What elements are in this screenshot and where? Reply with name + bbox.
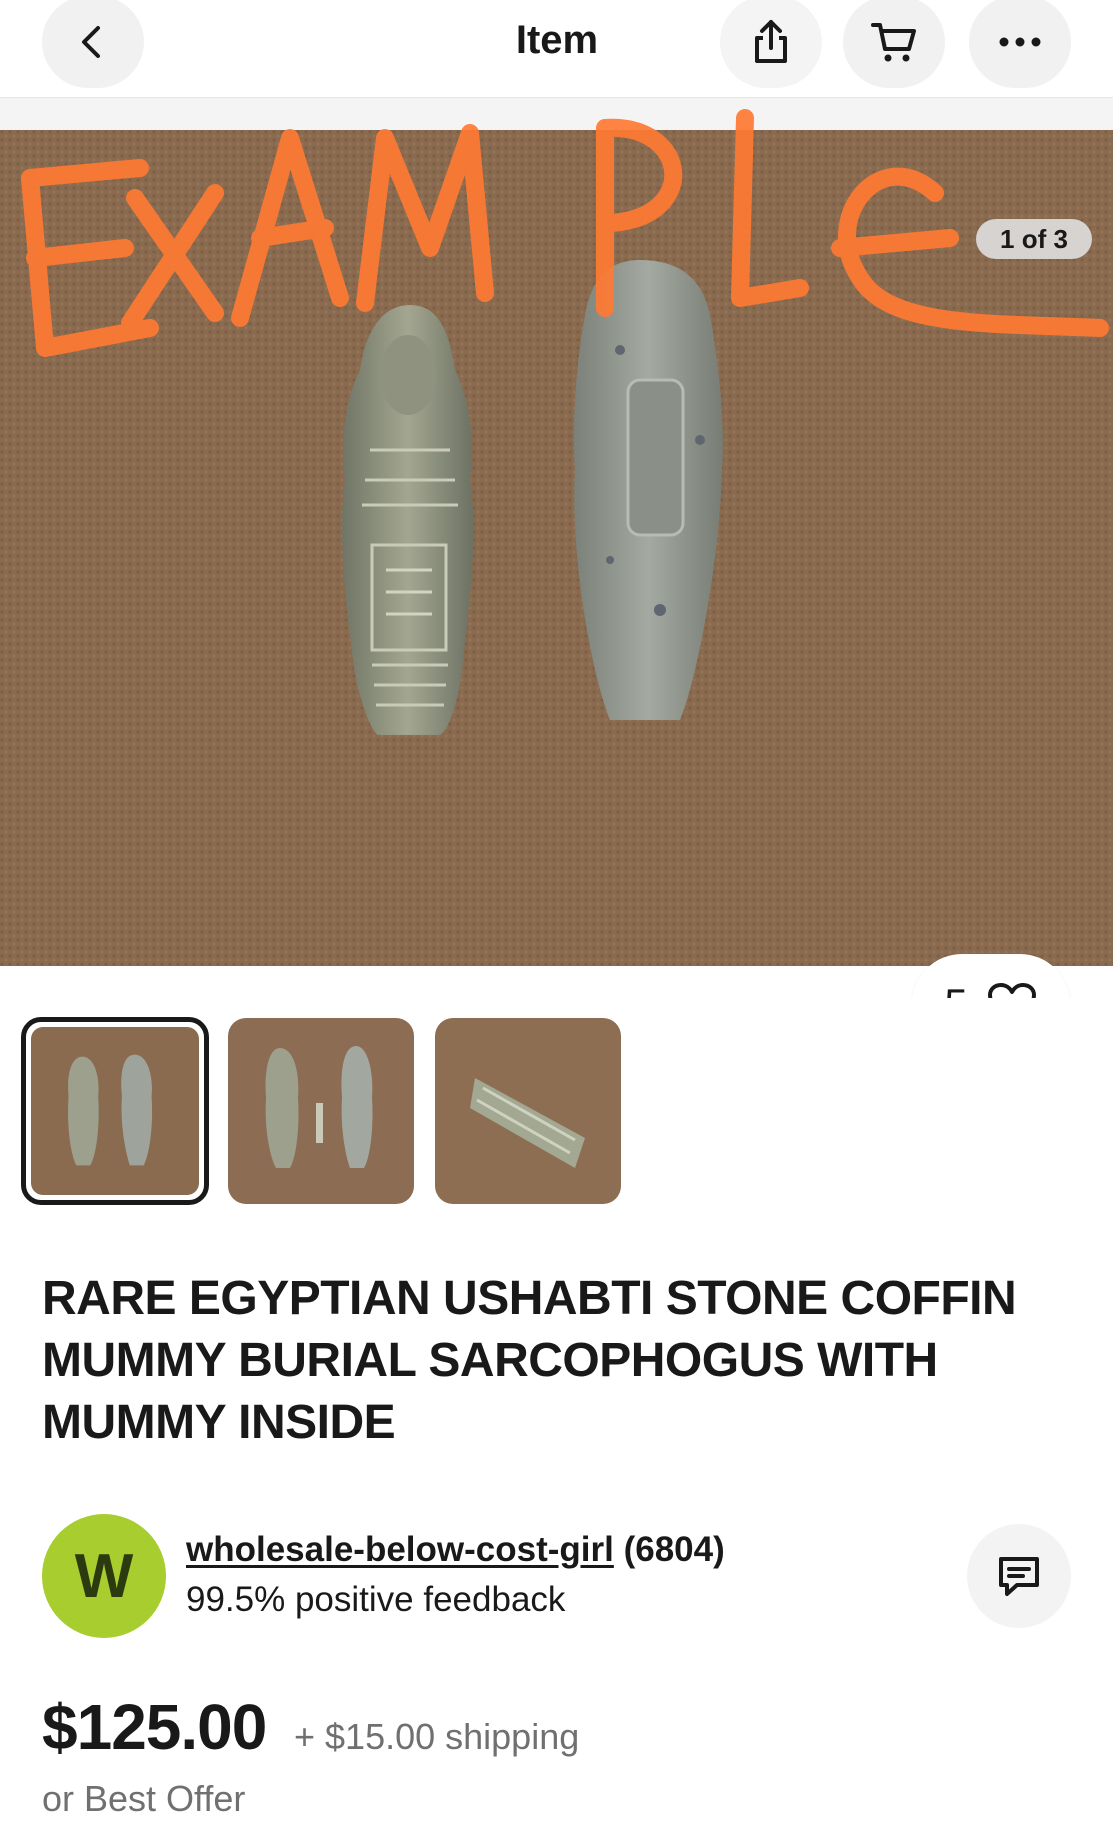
page-title: Item xyxy=(515,18,599,62)
product-photo[interactable] xyxy=(0,130,1113,966)
thumbnail-image xyxy=(435,1018,621,1204)
shipping-cost: + $15.00 shipping xyxy=(294,1716,580,1757)
photo-counter: 1 of 3 xyxy=(976,219,1092,259)
thumbnail-image xyxy=(228,1018,414,1204)
thumbnail-1[interactable] xyxy=(21,1017,209,1205)
seller-avatar[interactable]: W xyxy=(42,1514,166,1638)
seller-name-link[interactable]: wholesale-below-cost-girl xyxy=(186,1530,614,1569)
share-button[interactable] xyxy=(720,0,822,88)
seller-feedback: 99.5% positive feedback xyxy=(186,1580,566,1619)
thumbnail-image xyxy=(31,1027,199,1195)
avatar-letter: W xyxy=(74,1541,134,1611)
more-button[interactable] xyxy=(969,0,1071,88)
image-gallery[interactable]: 1 of 3 5 xyxy=(0,98,1113,1054)
back-button[interactable] xyxy=(42,0,144,88)
best-offer-text: or Best Offer xyxy=(42,1778,246,1819)
cart-button[interactable] xyxy=(843,0,945,88)
more-icon xyxy=(999,37,1041,47)
thumbnail-2[interactable] xyxy=(228,1018,414,1204)
chevron-left-icon xyxy=(82,26,100,58)
thumbnail-3[interactable] xyxy=(435,1018,621,1204)
top-bar: Item xyxy=(0,0,1113,98)
message-seller-button[interactable] xyxy=(967,1524,1071,1628)
cart-icon xyxy=(871,23,916,62)
message-icon xyxy=(999,1557,1039,1596)
share-icon xyxy=(755,20,787,63)
seller-info: wholesale-below-cost-girl (6804) xyxy=(186,1530,725,1570)
item-title: RARE EGYPTIAN USHABTI STONE COFFIN MUMMY… xyxy=(42,1272,1017,1449)
item-price: $125.00 xyxy=(42,1691,267,1763)
thumbnail-strip xyxy=(0,998,1113,1220)
seller-rating-count: (6804) xyxy=(623,1530,725,1569)
